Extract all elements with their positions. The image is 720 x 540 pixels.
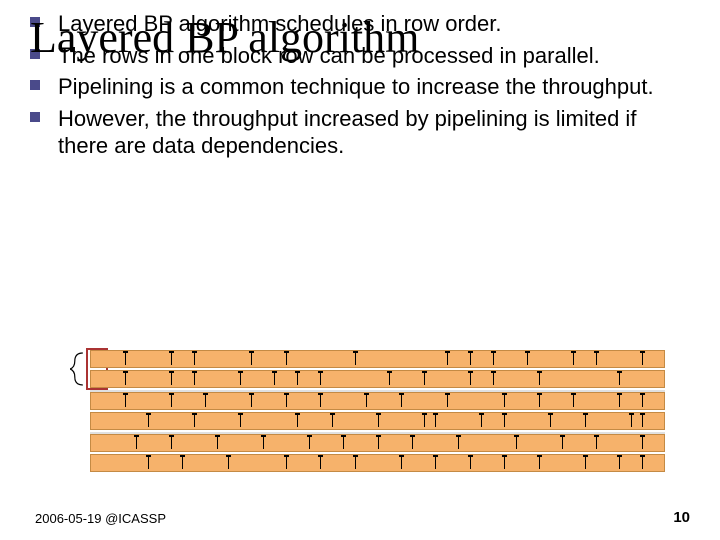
nonzero-entry-icon <box>355 353 356 365</box>
nonzero-entry-icon <box>263 437 264 449</box>
slide: Layered BP algorithm schedules in row or… <box>0 0 720 540</box>
nonzero-entry-icon <box>251 395 252 407</box>
nonzero-entry-icon <box>125 395 126 407</box>
bullet-text: Pipelining is a common technique to incr… <box>58 73 654 101</box>
nonzero-entry-icon <box>240 373 241 385</box>
nonzero-entry-icon <box>424 373 425 385</box>
nonzero-entry-icon <box>332 415 333 427</box>
nonzero-entry-icon <box>286 395 287 407</box>
nonzero-entry-icon <box>539 395 540 407</box>
nonzero-entry-icon <box>447 353 448 365</box>
nonzero-entry-icon <box>550 415 551 427</box>
nonzero-entry-icon <box>642 437 643 449</box>
nonzero-entry-icon <box>642 353 643 365</box>
nonzero-entry-icon <box>435 457 436 469</box>
nonzero-entry-icon <box>320 395 321 407</box>
nonzero-entry-icon <box>470 373 471 385</box>
nonzero-entry-icon <box>562 437 563 449</box>
nonzero-entry-icon <box>148 457 149 469</box>
nonzero-entry-icon <box>619 373 620 385</box>
nonzero-entry-icon <box>642 415 643 427</box>
nonzero-entry-icon <box>148 415 149 427</box>
nonzero-entry-icon <box>194 415 195 427</box>
nonzero-entry-icon <box>309 437 310 449</box>
nonzero-entry-icon <box>217 437 218 449</box>
matrix-row <box>90 434 665 452</box>
nonzero-entry-icon <box>171 373 172 385</box>
matrix-row <box>90 350 665 368</box>
nonzero-entry-icon <box>573 353 574 365</box>
nonzero-entry-icon <box>470 353 471 365</box>
nonzero-entry-icon <box>125 353 126 365</box>
nonzero-entry-icon <box>194 353 195 365</box>
matrix-row <box>90 454 665 472</box>
nonzero-entry-icon <box>527 353 528 365</box>
ldpc-matrix-figure <box>60 350 665 472</box>
nonzero-entry-icon <box>504 457 505 469</box>
matrix-row <box>90 392 665 410</box>
matrix-row <box>90 370 665 388</box>
nonzero-entry-icon <box>585 457 586 469</box>
nonzero-entry-icon <box>435 415 436 427</box>
footer-date: 2006-05-19 @ICASSP <box>35 511 166 526</box>
nonzero-entry-icon <box>182 457 183 469</box>
nonzero-entry-icon <box>125 373 126 385</box>
nonzero-entry-icon <box>355 457 356 469</box>
nonzero-entry-icon <box>286 457 287 469</box>
nonzero-entry-icon <box>297 415 298 427</box>
nonzero-entry-icon <box>539 457 540 469</box>
nonzero-entry-icon <box>389 373 390 385</box>
nonzero-entry-icon <box>424 415 425 427</box>
nonzero-entry-icon <box>320 457 321 469</box>
nonzero-entry-icon <box>619 457 620 469</box>
nonzero-entry-icon <box>297 373 298 385</box>
nonzero-entry-icon <box>366 395 367 407</box>
nonzero-entry-icon <box>516 437 517 449</box>
slide-title: Layered BP algorithm <box>30 12 419 63</box>
nonzero-entry-icon <box>136 437 137 449</box>
nonzero-entry-icon <box>378 437 379 449</box>
nonzero-entry-icon <box>642 395 643 407</box>
nonzero-entry-icon <box>343 437 344 449</box>
nonzero-entry-icon <box>286 353 287 365</box>
page-number: 10 <box>673 509 690 526</box>
nonzero-entry-icon <box>573 395 574 407</box>
nonzero-entry-icon <box>585 415 586 427</box>
nonzero-entry-icon <box>171 437 172 449</box>
nonzero-entry-icon <box>504 395 505 407</box>
nonzero-entry-icon <box>412 437 413 449</box>
nonzero-entry-icon <box>493 353 494 365</box>
nonzero-entry-icon <box>642 457 643 469</box>
nonzero-entry-icon <box>401 457 402 469</box>
nonzero-entry-icon <box>539 373 540 385</box>
nonzero-entry-icon <box>320 373 321 385</box>
nonzero-entry-icon <box>596 353 597 365</box>
bullet-marker-icon <box>30 112 40 122</box>
nonzero-entry-icon <box>447 395 448 407</box>
nonzero-entry-icon <box>493 373 494 385</box>
bullet-item: Pipelining is a common technique to incr… <box>30 73 690 101</box>
nonzero-entry-icon <box>619 395 620 407</box>
nonzero-entry-icon <box>171 353 172 365</box>
bullet-text: However, the throughput increased by pip… <box>58 105 690 160</box>
nonzero-entry-icon <box>274 373 275 385</box>
matrix-row <box>90 412 665 430</box>
nonzero-entry-icon <box>378 415 379 427</box>
nonzero-entry-icon <box>596 437 597 449</box>
nonzero-entry-icon <box>401 395 402 407</box>
bullet-marker-icon <box>30 80 40 90</box>
nonzero-entry-icon <box>470 457 471 469</box>
bullet-item: However, the throughput increased by pip… <box>30 105 690 160</box>
nonzero-entry-icon <box>228 457 229 469</box>
nonzero-entry-icon <box>251 353 252 365</box>
nonzero-entry-icon <box>631 415 632 427</box>
nonzero-entry-icon <box>171 395 172 407</box>
nonzero-entry-icon <box>205 395 206 407</box>
brace-icon <box>70 350 86 388</box>
nonzero-entry-icon <box>504 415 505 427</box>
nonzero-entry-icon <box>481 415 482 427</box>
nonzero-entry-icon <box>194 373 195 385</box>
nonzero-entry-icon <box>240 415 241 427</box>
nonzero-entry-icon <box>458 437 459 449</box>
